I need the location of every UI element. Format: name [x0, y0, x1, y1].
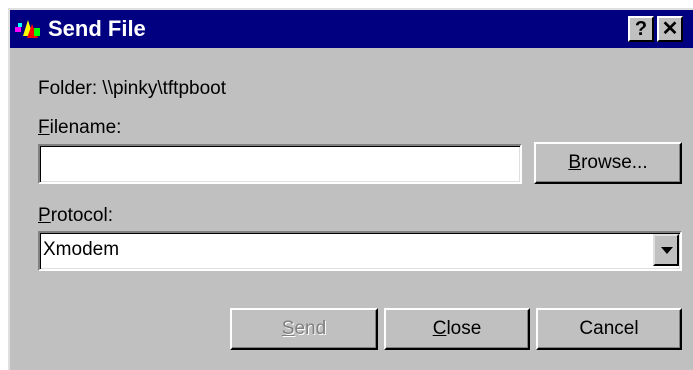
filename-label: Filename:: [38, 117, 121, 139]
send-button[interactable]: Send: [230, 308, 378, 350]
folder-label: Folder: \\pinky\tftpboot: [38, 78, 226, 99]
cancel-button[interactable]: Cancel: [536, 308, 682, 350]
close-label: lose: [446, 318, 482, 339]
chevron-down-icon: [661, 247, 673, 254]
protocol-select[interactable]: Xmodem: [38, 231, 682, 271]
filename-label-mnemonic: F: [38, 117, 50, 138]
protocol-label-text: rotocol:: [50, 205, 113, 226]
window-close-button[interactable]: ✕: [657, 16, 683, 42]
title-bar[interactable]: Send File ? ✕: [10, 10, 693, 48]
help-button[interactable]: ?: [628, 16, 654, 42]
send-file-app-icon: [15, 20, 40, 38]
protocol-selected-value: Xmodem: [43, 239, 120, 260]
window-title: Send File: [48, 16, 146, 41]
close-button[interactable]: Close: [384, 308, 530, 350]
filename-input[interactable]: [38, 144, 522, 184]
browse-label: rowse...: [581, 152, 648, 173]
send-mnemonic: S: [281, 318, 295, 339]
close-mnemonic: C: [432, 318, 447, 339]
protocol-dropdown-button[interactable]: [653, 234, 679, 266]
filename-label-text: ilename:: [49, 117, 122, 138]
browse-mnemonic: B: [568, 152, 582, 173]
browse-button[interactable]: Browse...: [534, 142, 682, 184]
send-file-dialog: Send File ? ✕ Folder: \\pinky\tftpboot F…: [8, 8, 693, 370]
protocol-label: Protocol:: [38, 205, 113, 227]
send-label: end: [294, 318, 327, 339]
protocol-label-mnemonic: P: [38, 205, 51, 226]
